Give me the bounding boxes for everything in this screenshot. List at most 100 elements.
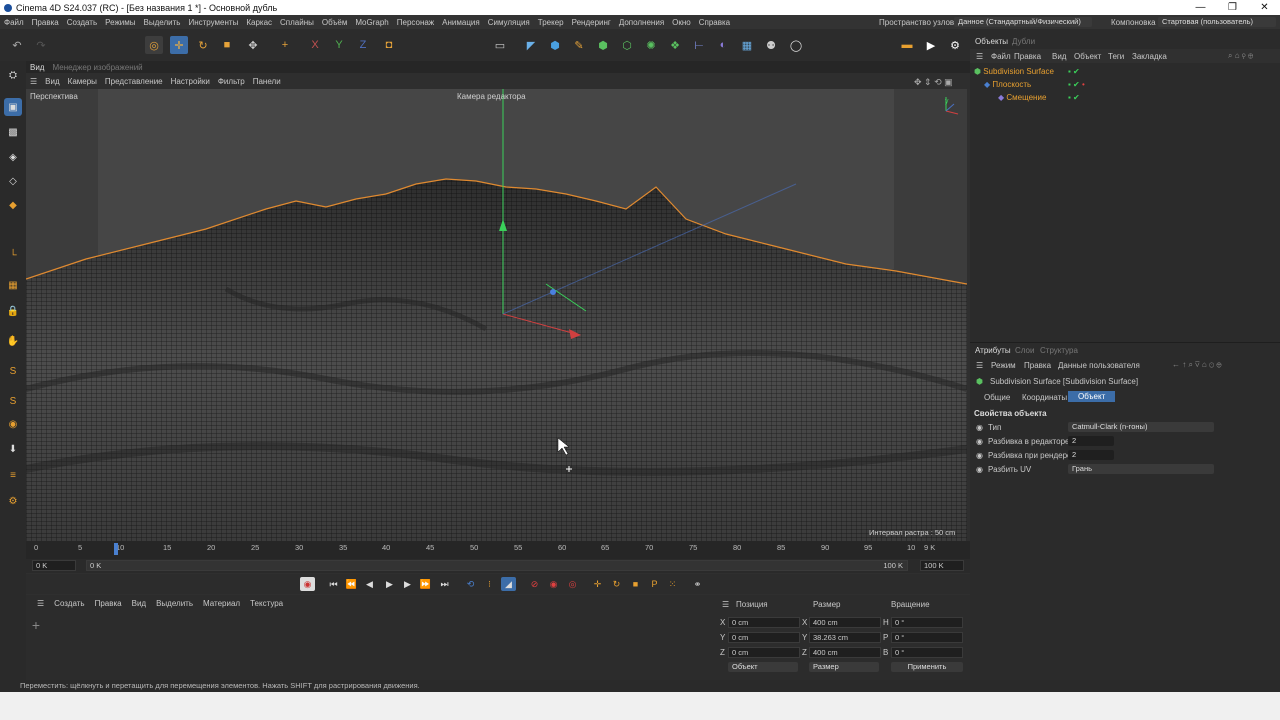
- subtab-basic[interactable]: Общие: [984, 393, 1010, 402]
- size-y-field[interactable]: 38.263 cm: [809, 632, 881, 643]
- rotation-b-field[interactable]: 0 °: [891, 647, 963, 658]
- material-menu-icon[interactable]: ☰: [32, 599, 49, 608]
- layout-dropdown[interactable]: Стартовая (пользователь): [1158, 17, 1276, 27]
- objects-menu-edit[interactable]: Правка: [1014, 52, 1041, 61]
- maximize-icon[interactable]: ❐: [1219, 0, 1246, 15]
- add-material-icon[interactable]: +: [28, 617, 44, 633]
- viewport-nav-icons[interactable]: ✥ ⇕ ⟲ ▣: [914, 77, 953, 88]
- snap-settings-icon[interactable]: ≡: [4, 466, 22, 484]
- snap-icon[interactable]: ▦: [4, 276, 22, 294]
- position-x-field[interactable]: 0 cm: [728, 617, 800, 628]
- attributes-menu-userdata[interactable]: Данные пользователя: [1058, 361, 1140, 370]
- key-pla-icon[interactable]: ⁙: [665, 577, 680, 591]
- coordinate-system-icon[interactable]: ◘: [380, 36, 398, 54]
- render-settings-icon[interactable]: ⚙: [946, 36, 964, 54]
- end-frame-field[interactable]: 100 K: [920, 560, 964, 571]
- menu-select[interactable]: Выделить: [140, 18, 185, 27]
- menu-tracker[interactable]: Трекер: [534, 18, 568, 27]
- field-icon[interactable]: ⊢: [690, 36, 708, 54]
- rotation-p-field[interactable]: 0 °: [891, 632, 963, 643]
- objects-menu-file[interactable]: Файл: [991, 52, 1011, 61]
- autokey-icon[interactable]: ◢: [501, 577, 516, 591]
- sculpt-icon[interactable]: S: [4, 362, 22, 380]
- subdivision-icon[interactable]: ⬢: [594, 36, 612, 54]
- y-axis-lock-icon[interactable]: Y: [330, 36, 348, 54]
- coords-mode-dropdown[interactable]: Объект: [728, 662, 798, 672]
- list-item[interactable]: ⬢ Subdivision Surface ▪ ✔: [974, 67, 1274, 77]
- property-radio-icon[interactable]: ◉: [976, 423, 983, 432]
- render-subdivision-field[interactable]: 2: [1068, 450, 1114, 460]
- timeline-ruler[interactable]: 0 5 10 15 20 25 30 35 40 45 50 55 60 65 …: [26, 541, 970, 559]
- property-radio-icon[interactable]: ◉: [976, 437, 983, 446]
- polygons-mode-icon[interactable]: ◆: [4, 196, 22, 214]
- position-y-field[interactable]: 0 cm: [728, 632, 800, 643]
- menu-animation[interactable]: Анимация: [438, 18, 484, 27]
- close-icon[interactable]: ✕: [1251, 0, 1278, 15]
- add-icon[interactable]: +: [276, 36, 294, 54]
- material-menu-material[interactable]: Материал: [198, 599, 245, 608]
- model-mode-icon[interactable]: ⛭: [4, 66, 22, 84]
- menu-mograph[interactable]: MoGraph: [351, 18, 392, 27]
- viewport-menu-cameras[interactable]: Камеры: [64, 77, 101, 86]
- go-to-start-icon[interactable]: ⏮: [326, 577, 341, 591]
- editor-subdivision-field[interactable]: 2: [1068, 436, 1114, 446]
- menu-extensions[interactable]: Дополнения: [615, 18, 668, 27]
- go-to-end-icon[interactable]: ⏭: [437, 577, 452, 591]
- tab-objects[interactable]: Объекты: [975, 37, 1008, 46]
- objects-menu-tags[interactable]: Теги: [1108, 52, 1124, 61]
- move-tool-icon[interactable]: ✛: [170, 36, 188, 54]
- next-key-icon[interactable]: ⏩: [418, 577, 433, 591]
- edges-mode-icon[interactable]: ◇: [4, 172, 22, 190]
- material-menu-edit[interactable]: Правка: [90, 599, 127, 608]
- tab-takes[interactable]: Дубли: [1012, 37, 1035, 46]
- visibility-check-icon[interactable]: ▪ ✔: [1068, 67, 1080, 76]
- key-param-icon[interactable]: P: [647, 577, 662, 591]
- previous-frame-icon[interactable]: ◀: [362, 577, 377, 591]
- menu-mesh[interactable]: Каркас: [242, 18, 276, 27]
- render-view-icon[interactable]: ▶: [922, 36, 940, 54]
- axis-mode-icon[interactable]: └: [4, 246, 22, 264]
- subtab-object[interactable]: Объект: [1068, 391, 1116, 402]
- 3d-viewport[interactable]: y Перспектива Камера редактора Интервал …: [26, 89, 967, 541]
- objects-menu-view[interactable]: Вид: [1052, 52, 1066, 61]
- key-position-icon[interactable]: ✛: [590, 577, 605, 591]
- property-radio-icon[interactable]: ◉: [976, 451, 983, 460]
- render-tag-icon[interactable]: ⚙: [4, 492, 22, 510]
- subdivide-uv-dropdown[interactable]: Грань: [1068, 464, 1214, 474]
- minimize-icon[interactable]: —: [1187, 0, 1214, 15]
- view-toggle-icon[interactable]: ▭: [491, 36, 509, 54]
- menu-file[interactable]: Файл: [0, 18, 28, 27]
- z-axis-lock-icon[interactable]: Z: [354, 36, 372, 54]
- cube-icon[interactable]: ⬢: [546, 36, 564, 54]
- undo-icon[interactable]: ↶: [8, 36, 26, 54]
- subdivision-type-dropdown[interactable]: Catmull-Clark (n-гоны): [1068, 422, 1214, 432]
- viewport-menu-display[interactable]: Представление: [101, 77, 167, 86]
- cloner-icon[interactable]: ❖: [666, 36, 684, 54]
- x-axis-lock-icon[interactable]: X: [306, 36, 324, 54]
- keyframe-icon[interactable]: ◎: [565, 577, 580, 591]
- coords-menu-icon[interactable]: ☰: [722, 600, 729, 609]
- tab-structure[interactable]: Структура: [1040, 346, 1078, 355]
- key-mode-icon[interactable]: ⁝: [482, 577, 497, 591]
- tab-view[interactable]: Вид: [26, 63, 48, 72]
- tab-layers[interactable]: Слои: [1015, 346, 1034, 355]
- attributes-menu-icon[interactable]: ☰: [976, 361, 983, 370]
- list-item[interactable]: ◆ Плоскость ▪ ✔ •: [984, 80, 1274, 90]
- scale-tool-icon[interactable]: ■: [218, 36, 236, 54]
- coords-size-dropdown[interactable]: Размер: [809, 662, 879, 672]
- viewport-menu-icon[interactable]: ☰: [26, 77, 41, 86]
- material-menu-view[interactable]: Вид: [127, 599, 151, 608]
- property-radio-icon[interactable]: ◉: [976, 465, 983, 474]
- viewport-camera-label[interactable]: Камера редактора: [457, 92, 526, 101]
- range-slider[interactable]: 0 K 100 K: [86, 560, 908, 571]
- viewport-menu-options[interactable]: Настройки: [167, 77, 214, 86]
- list-item[interactable]: ◆ Смещение ▪ ✔: [998, 93, 1274, 103]
- spline-icon[interactable]: ◤: [522, 36, 540, 54]
- menu-create[interactable]: Создать: [63, 18, 101, 27]
- pen-icon[interactable]: ✎: [570, 36, 588, 54]
- render-region-icon[interactable]: ▬: [898, 36, 916, 54]
- objects-search-icon[interactable]: ⌕ ⌂ ⚲ ⊕: [1228, 51, 1253, 61]
- size-x-field[interactable]: 400 cm: [809, 617, 881, 628]
- menu-render[interactable]: Рендеринг: [568, 18, 615, 27]
- attributes-menu-mode[interactable]: Режим: [991, 361, 1016, 370]
